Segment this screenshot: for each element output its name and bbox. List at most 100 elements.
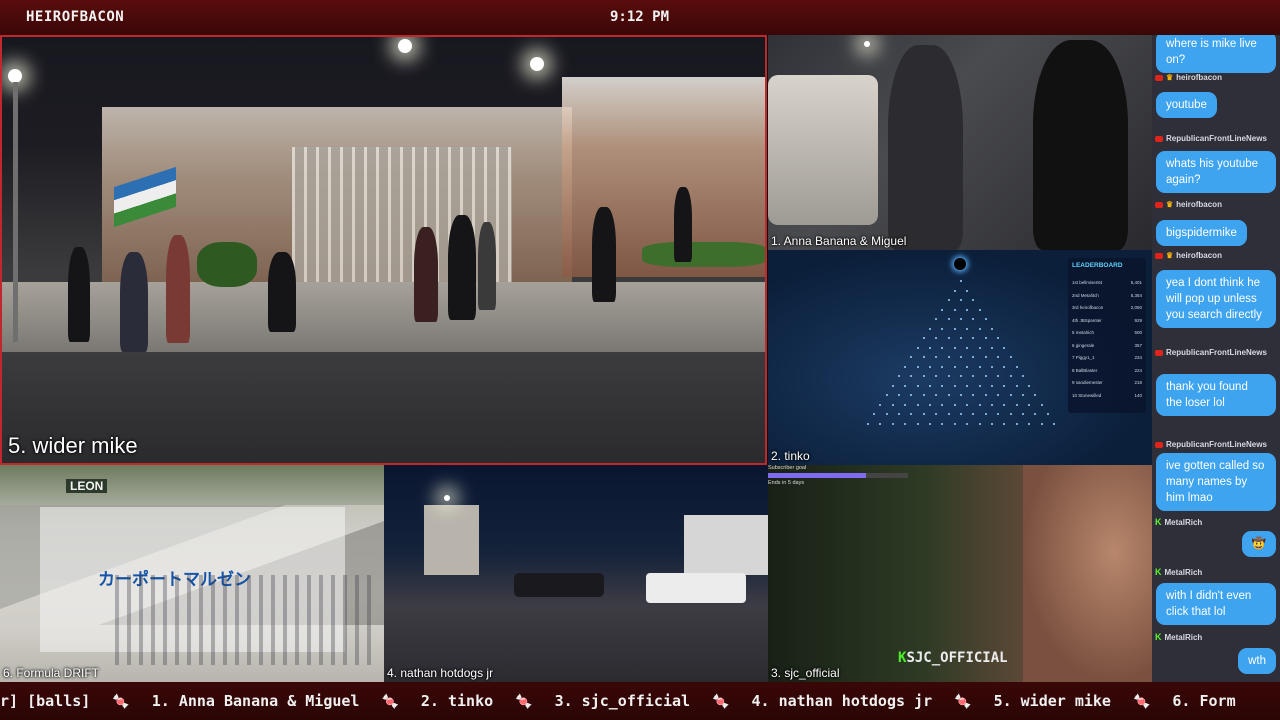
plinko-peg (929, 327, 931, 330)
plinko-peg (947, 337, 950, 339)
youtube-icon (1155, 441, 1163, 448)
plinko-peg (978, 346, 981, 349)
ticker-item: 5. wider mike (993, 692, 1111, 710)
leaderboard-row: 5 metalrich 500 (1072, 330, 1142, 335)
streetlight (530, 57, 544, 71)
streetlight (864, 41, 870, 47)
plinko-peg (941, 403, 944, 406)
leaderboard-row: 9 sandiemester 218 (1072, 380, 1142, 385)
chat-username[interactable]: heirofbacon (1176, 200, 1222, 209)
plinko-peg (978, 384, 981, 387)
chat-username[interactable]: MetalRich (1165, 518, 1203, 527)
plinko-peg (978, 308, 981, 311)
plinko-peg (941, 327, 944, 330)
stream-tile-2[interactable]: LEADERBOARD 1st bellmiser84 5,401 2nd Meta… (768, 250, 1152, 465)
plinko-peg (922, 337, 925, 339)
subgoal-label: Subscriber goal (768, 465, 807, 471)
stream-tile-6[interactable]: LEON カーポートマルゼン 6. Formula DRIFT (0, 465, 384, 682)
plinko-peg (910, 356, 913, 358)
plinko-peg (947, 413, 950, 415)
leaderboard-score: 500 (1134, 330, 1142, 335)
plinko-peg (916, 346, 919, 349)
chat-message-author[interactable]: RepublicanFrontLineNews (1155, 440, 1267, 449)
plinko-peg (1003, 346, 1006, 349)
person (592, 207, 616, 302)
stream-tile-1[interactable]: 1. Anna Banana & Miguel (768, 35, 1152, 250)
chat-username[interactable]: heirofbacon (1176, 73, 1222, 82)
plinko-peg (1040, 403, 1043, 406)
plinko-peg (1015, 403, 1018, 406)
leaderboard-score: 5,401 (1130, 280, 1142, 285)
chat-message-author[interactable]: ♛ heirofbacon (1155, 200, 1222, 209)
plinko-peg (960, 375, 962, 377)
youtube-icon (1155, 349, 1163, 356)
ticker-item: 3. sjc_official (554, 692, 691, 710)
tile-label: 3. sjc_official (771, 666, 840, 680)
chat-message-author[interactable]: K MetalRich (1155, 567, 1202, 577)
leaderboard-title: LEADERBOARD (1072, 262, 1123, 269)
plinko-peg (935, 318, 938, 320)
leaderboard-rank-name: 5 metalrich (1072, 330, 1095, 335)
plinko-peg (898, 413, 900, 415)
plinko-peg (891, 403, 894, 406)
chat-message-author[interactable]: RepublicanFrontLineNews (1155, 348, 1267, 357)
person (478, 222, 496, 310)
chat-message-author[interactable]: K MetalRich (1155, 632, 1202, 642)
leaderboard-row: 3rd heirofbacon 2,050 (1072, 305, 1142, 310)
plinko-peg (997, 356, 1000, 358)
plinko-peg (947, 375, 950, 377)
stream-tile-main[interactable]: 5. wider mike (0, 35, 767, 465)
plinko-peg (991, 365, 993, 368)
chat-message-author[interactable]: ♛ heirofbacon (1155, 73, 1222, 82)
leaderboard-rank-name: 4th JBSpamter (1072, 317, 1102, 323)
plinko-peg (978, 403, 981, 406)
plinko-peg (960, 299, 962, 301)
leaderboard-score: 218 (1134, 380, 1142, 385)
chat-message-author[interactable]: RepublicanFrontLineNews (1155, 134, 1267, 143)
plinko-peg (966, 365, 969, 368)
chat-panel[interactable]: where is mike live on? ♛ heirofbacon youtub… (1152, 35, 1280, 682)
plinko-peg (984, 356, 987, 358)
plinko-peg (904, 403, 907, 406)
chat-username[interactable]: MetalRich (1165, 568, 1203, 577)
plinko-peg (991, 422, 993, 425)
plinko-peg (1003, 365, 1006, 368)
chat-message-bubble: thank you found the loser lol (1156, 374, 1276, 416)
person (120, 252, 148, 352)
plinko-peg (966, 384, 969, 387)
chat-message-bubble: where is mike live on? (1156, 35, 1276, 73)
plinko-peg (991, 384, 993, 387)
plinko-peg (922, 394, 925, 396)
plinko-peg (1028, 384, 1031, 387)
stream-tile-3[interactable]: Subscriber goal Ends in 5 days KSJC_OFFI… (768, 465, 1152, 682)
chat-message-bubble: 🤠 (1241, 531, 1276, 557)
tile-label: 4. nathan hotdogs jr (387, 666, 494, 680)
plinko-peg (935, 337, 938, 339)
stream-tile-4[interactable]: 4. nathan hotdogs jr (384, 465, 768, 682)
plinko-peg (941, 422, 944, 425)
scene-crowd (115, 575, 375, 665)
plinko-peg (904, 422, 907, 425)
chat-message-author[interactable]: ♛ heirofbacon (1155, 251, 1222, 260)
plinko-peg (1028, 422, 1031, 425)
chat-username[interactable]: RepublicanFrontLineNews (1166, 134, 1267, 143)
plinko-peg (1034, 413, 1037, 415)
plinko-peg (960, 318, 962, 320)
leaderboard-rank-name: 8 BallBlaster (1072, 367, 1098, 373)
plinko-peg (984, 413, 987, 415)
chat-username[interactable]: heirofbacon (1176, 251, 1222, 260)
plinko-peg (941, 308, 944, 311)
person (268, 252, 296, 332)
scene-car (514, 573, 604, 597)
chat-username[interactable]: MetalRich (1165, 633, 1203, 642)
chat-username[interactable]: RepublicanFrontLineNews (1166, 348, 1267, 357)
plinko-peg (1015, 365, 1018, 368)
person (674, 187, 692, 262)
plinko-peg (922, 413, 925, 415)
crown-icon: ♛ (1166, 251, 1174, 260)
youtube-icon (1155, 252, 1163, 259)
leaderboard-score: 140 (1134, 392, 1142, 398)
chat-username[interactable]: RepublicanFrontLineNews (1166, 440, 1267, 449)
plinko-peg (935, 394, 938, 396)
chat-message-author[interactable]: K MetalRich (1155, 517, 1202, 527)
